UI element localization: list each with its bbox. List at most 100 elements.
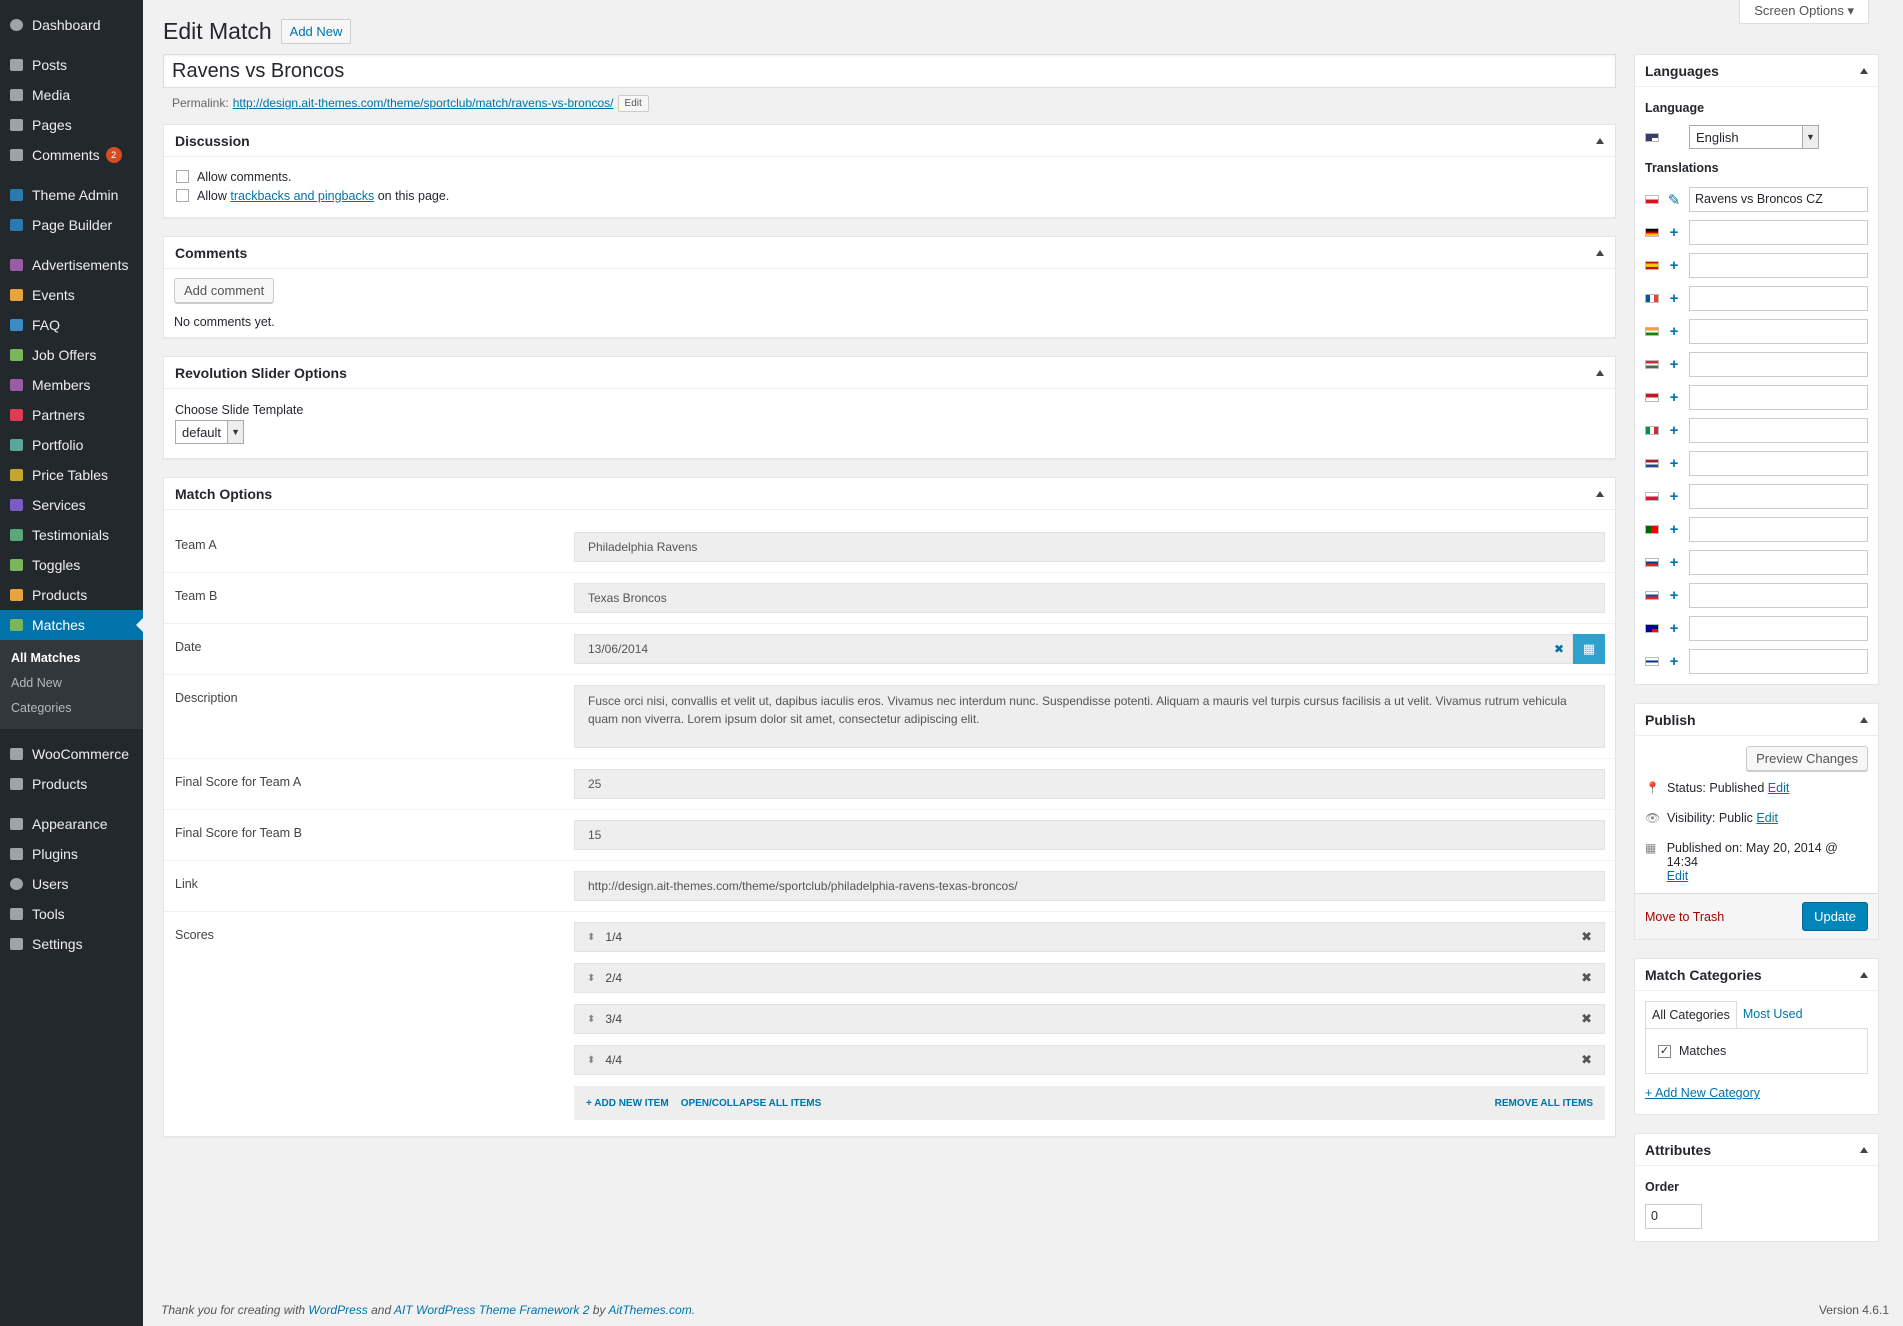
translation-input[interactable] — [1689, 319, 1868, 344]
menu-plugins[interactable]: Plugins — [0, 839, 143, 869]
remove-item-icon[interactable]: ✖ — [1581, 929, 1592, 945]
calendar-icon[interactable]: ▦ — [1573, 634, 1605, 664]
screen-options-button[interactable]: Screen Options ▾ — [1739, 0, 1869, 24]
collapse-arrow-icon[interactable] — [1860, 1146, 1868, 1153]
menu-page-builder[interactable]: Page Builder — [0, 210, 143, 240]
plus-icon[interactable]: + — [1667, 620, 1681, 637]
add-new-category-link[interactable]: + Add New Category — [1645, 1086, 1760, 1100]
remove-item-icon[interactable]: ✖ — [1581, 1052, 1592, 1068]
match-categories-header[interactable]: Match Categories — [1635, 959, 1878, 991]
plus-icon[interactable]: + — [1667, 323, 1681, 340]
date-input[interactable]: 13/06/2014 ✖ — [574, 634, 1573, 664]
menu-pages[interactable]: Pages — [0, 110, 143, 140]
menu-products[interactable]: Products — [0, 580, 143, 610]
checkbox-icon[interactable] — [176, 189, 189, 202]
menu-toggles[interactable]: Toggles — [0, 550, 143, 580]
menu-portfolio[interactable]: Portfolio — [0, 430, 143, 460]
plus-icon[interactable]: + — [1667, 290, 1681, 307]
checkbox-icon[interactable] — [176, 170, 189, 183]
menu-members[interactable]: Members — [0, 370, 143, 400]
languages-header[interactable]: Languages — [1635, 55, 1878, 87]
menu-users[interactable]: Users — [0, 869, 143, 899]
submenu-categories[interactable]: Categories — [0, 696, 143, 721]
collapse-arrow-icon[interactable] — [1596, 249, 1604, 256]
trackbacks-link[interactable]: trackbacks and pingbacks — [230, 189, 374, 203]
score-a-input[interactable]: 25 — [574, 769, 1605, 799]
score-item[interactable]: ⬍ 3/4 ✖ — [574, 1004, 1605, 1034]
checkbox-checked-icon[interactable]: ✓ — [1658, 1044, 1671, 1058]
remove-item-icon[interactable]: ✖ — [1581, 1011, 1592, 1027]
plus-icon[interactable]: + — [1667, 521, 1681, 538]
team-a-input[interactable]: Philadelphia Ravens — [574, 532, 1605, 562]
menu-comments[interactable]: Comments 2 — [0, 140, 143, 170]
discussion-header[interactable]: Discussion — [164, 125, 1615, 157]
status-edit-link[interactable]: Edit — [1768, 781, 1790, 795]
menu-services[interactable]: Services — [0, 490, 143, 520]
menu-matches[interactable]: Matches — [0, 610, 143, 640]
menu-job-offers[interactable]: Job Offers — [0, 340, 143, 370]
toggle-items-button[interactable]: OPEN/COLLAPSE ALL ITEMS — [681, 1098, 822, 1109]
tab-most-used[interactable]: Most Used — [1736, 1001, 1809, 1028]
menu-partners[interactable]: Partners — [0, 400, 143, 430]
language-select[interactable]: English ▼ — [1689, 125, 1819, 149]
plus-icon[interactable]: + — [1667, 224, 1681, 241]
revslider-header[interactable]: Revolution Slider Options — [164, 357, 1615, 389]
plus-icon[interactable]: + — [1667, 257, 1681, 274]
collapse-arrow-icon[interactable] — [1860, 971, 1868, 978]
preview-changes-button[interactable]: Preview Changes — [1746, 746, 1868, 771]
pencil-icon[interactable]: ✎ — [1667, 191, 1681, 209]
menu-advertisements[interactable]: Advertisements — [0, 250, 143, 280]
slide-template-select[interactable]: default ▼ — [175, 420, 245, 444]
drag-handle-icon[interactable]: ⬍ — [587, 1055, 595, 1066]
submenu-add-new[interactable]: Add New — [0, 671, 143, 696]
menu-tools[interactable]: Tools — [0, 899, 143, 929]
translation-input[interactable] — [1689, 253, 1868, 278]
menu-theme-admin[interactable]: Theme Admin — [0, 180, 143, 210]
plus-icon[interactable]: + — [1667, 587, 1681, 604]
collapse-arrow-icon[interactable] — [1860, 67, 1868, 74]
collapse-arrow-icon[interactable] — [1596, 490, 1604, 497]
attributes-header[interactable]: Attributes — [1635, 1134, 1878, 1166]
translation-input[interactable] — [1689, 451, 1868, 476]
drag-handle-icon[interactable]: ⬍ — [587, 1014, 595, 1025]
menu-media[interactable]: Media — [0, 80, 143, 110]
plus-icon[interactable]: + — [1667, 389, 1681, 406]
menu-products-woo[interactable]: Products — [0, 769, 143, 799]
menu-woocommerce[interactable]: WooCommerce — [0, 739, 143, 769]
score-item[interactable]: ⬍ 2/4 ✖ — [574, 963, 1605, 993]
score-b-input[interactable]: 15 — [574, 820, 1605, 850]
drag-handle-icon[interactable]: ⬍ — [587, 932, 595, 943]
match-options-header[interactable]: Match Options — [164, 478, 1615, 510]
drag-handle-icon[interactable]: ⬍ — [587, 973, 595, 984]
menu-appearance[interactable]: Appearance — [0, 809, 143, 839]
translation-input[interactable] — [1689, 385, 1868, 410]
translation-input[interactable] — [1689, 352, 1868, 377]
score-item[interactable]: ⬍ 1/4 ✖ — [574, 922, 1605, 952]
remove-all-button[interactable]: REMOVE ALL ITEMS — [1495, 1098, 1593, 1109]
plus-icon[interactable]: + — [1667, 422, 1681, 439]
permalink-link[interactable]: http://design.ait-themes.com/theme/sport… — [233, 96, 614, 110]
ait-framework-link[interactable]: AIT WordPress Theme Framework 2 — [394, 1303, 589, 1317]
collapse-arrow-icon[interactable] — [1596, 369, 1604, 376]
plus-icon[interactable]: + — [1667, 455, 1681, 472]
add-comment-button[interactable]: Add comment — [174, 278, 275, 303]
menu-faq[interactable]: FAQ — [0, 310, 143, 340]
post-title-input[interactable]: Ravens vs Broncos — [163, 54, 1616, 88]
tab-all-categories[interactable]: All Categories — [1645, 1001, 1737, 1028]
order-input[interactable]: 0 — [1645, 1204, 1702, 1229]
published-edit-link[interactable]: Edit — [1667, 869, 1689, 883]
move-to-trash-link[interactable]: Move to Trash — [1645, 910, 1724, 924]
plus-icon[interactable]: + — [1667, 488, 1681, 505]
add-new-button[interactable]: Add New — [280, 19, 352, 44]
submenu-all-matches[interactable]: All Matches — [0, 646, 143, 671]
menu-price-tables[interactable]: Price Tables — [0, 460, 143, 490]
menu-events[interactable]: Events — [0, 280, 143, 310]
add-item-button[interactable]: + ADD NEW ITEM — [586, 1098, 669, 1109]
allow-comments-checkbox[interactable]: Allow comments. — [176, 167, 1603, 186]
translation-input[interactable] — [1689, 484, 1868, 509]
translation-input[interactable] — [1689, 286, 1868, 311]
description-textarea[interactable]: Fusce orci nisi, convallis et velit ut, … — [574, 685, 1605, 748]
score-item[interactable]: ⬍ 4/4 ✖ — [574, 1045, 1605, 1075]
clear-date-icon[interactable]: ✖ — [1554, 635, 1564, 663]
collapse-arrow-icon[interactable] — [1860, 716, 1868, 723]
